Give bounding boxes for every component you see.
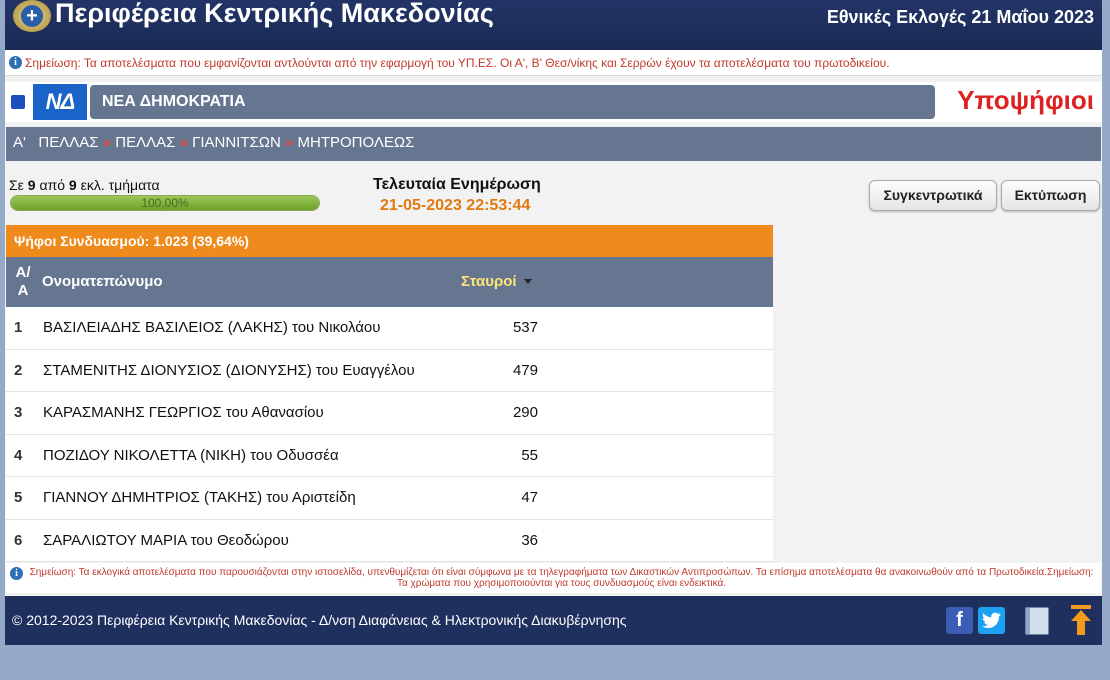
row-number: 4 <box>14 446 23 464</box>
footnote-text: Σημείωση: Τα εκλογικά αποτελέσματα που π… <box>29 567 1094 589</box>
candidate-name[interactable]: ΒΑΣΙΛΕΙΑΔΗΣ ΒΑΣΙΛΕΙΟΣ (ΛΑΚΗΣ) του Νικολά… <box>43 319 380 336</box>
row-number: 3 <box>14 404 23 421</box>
page-frame: + Περιφέρεια Κεντρικής Μακεδονίας Εθνικέ… <box>5 0 1102 645</box>
table-row[interactable]: 5 ΓΙΑΝΝΟΥ ΔΗΜΗΤΡΙΟΣ (ΤΑΚΗΣ) του Αριστείδη… <box>6 477 773 520</box>
info-icon: i <box>9 56 22 69</box>
party-votes-summary: Ψήφοι Συνδυασμού: 1.023 (39,64%) <box>6 225 773 257</box>
party-logo-text: ΝΔ <box>45 89 76 114</box>
candidate-votes: 36 <box>521 531 538 549</box>
results-panel: Ψήφοι Συνδυασμού: 1.023 (39,64%) Α/ Α Ον… <box>6 225 773 562</box>
candidates-title: Υποψήφιοι <box>957 85 1094 115</box>
table-row[interactable]: 6 ΣΑΡΑΛΙΩΤΟΥ ΜΑΡΙΑ του Θεοδώρου 36 <box>6 519 773 562</box>
greek-emblem-icon: + <box>13 0 51 32</box>
row-number: 2 <box>14 361 23 379</box>
election-title: Εθνικές Εκλογές 21 Μαΐου 2023 <box>826 7 1094 27</box>
progress-suffix: εκλ. τμήματα <box>80 177 160 193</box>
candidate-name[interactable]: ΣΤΑΜΕΝΙΤΗΣ ΔΙΟΝΥΣΙΟΣ (ΔΙΟΝΥΣΗΣ) του Ευαγ… <box>43 362 415 379</box>
breadcrumb-separator: » <box>285 134 294 151</box>
column-header-votes[interactable]: Σταυροί <box>461 273 517 290</box>
candidate-votes: 47 <box>521 489 538 506</box>
row-number: 1 <box>14 319 23 336</box>
party-row: ΝΔ ΝΕΑ ΔΗΜΟΚΡΑΤΙΑ Υποψήφιοι <box>5 82 1102 122</box>
last-update-label: Τελευταία Ενημέρωση <box>373 176 541 193</box>
breadcrumb-separator: » <box>102 134 112 151</box>
print-button[interactable]: Εκτύπωση <box>1001 180 1100 211</box>
progress-prefix: Σε <box>9 177 24 193</box>
footnote: i Σημείωση: Τα εκλογικά αποτελέσματα που… <box>6 563 1101 593</box>
breadcrumb-root[interactable]: Α' <box>13 134 26 151</box>
column-header-aa: Α/ Α <box>13 264 33 300</box>
site-title[interactable]: Περιφέρεια Κεντρικής Μακεδονίας <box>55 0 494 29</box>
progress-total: 9 <box>68 177 77 193</box>
breadcrumb: Α' ΠΕΛΛΑΣ » ΠΕΛΛΑΣ » ΓΙΑΝΝΙΤΣΩΝ » ΜΗΤΡΟΠ… <box>6 127 1101 161</box>
breadcrumb-item[interactable]: ΠΕΛΛΑΣ <box>38 134 98 151</box>
summary-button[interactable]: Συγκεντρωτικά <box>869 180 997 211</box>
twitter-icon[interactable] <box>978 607 1005 634</box>
scroll-to-top-icon[interactable] <box>1069 605 1093 635</box>
site-footer: © 2012-2023 Περιφέρεια Κεντρικής Μακεδον… <box>5 596 1102 645</box>
column-header-name[interactable]: Ονοματεπώνυμο <box>42 273 163 290</box>
site-header: + Περιφέρεια Κεντρικής Μακεδονίας Εθνικέ… <box>5 0 1102 50</box>
progress-middle: από <box>39 177 66 193</box>
sort-desc-icon[interactable] <box>524 279 532 284</box>
candidate-votes: 290 <box>512 404 538 421</box>
table-header: Α/ Α Ονοματεπώνυμο Σταυροί <box>6 257 773 307</box>
party-name: ΝΕΑ ΔΗΜΟΚΡΑΤΙΑ <box>90 85 935 119</box>
breadcrumb-item[interactable]: ΜΗΤΡΟΠΟΛΕΩΣ <box>298 134 415 151</box>
column-header-aa-line2: Α <box>17 282 29 299</box>
table-row[interactable]: 3 ΚΑΡΑΣΜΑΝΗΣ ΓΕΩΡΓΙΟΣ του Αθανασίου 290 <box>6 392 773 435</box>
candidate-votes: 537 <box>512 319 538 336</box>
progress-label: Σε 9 από 9 εκλ. τμήματα <box>9 177 160 193</box>
party-logo: ΝΔ <box>33 84 87 120</box>
candidate-name[interactable]: ΓΙΑΝΝΟΥ ΔΗΜΗΤΡΙΟΣ (ΤΑΚΗΣ) του Αριστείδη <box>43 489 356 506</box>
breadcrumb-item[interactable]: ΠΕΛΛΑΣ <box>115 134 175 151</box>
footer-copyright: © 2012-2023 Περιφέρεια Κεντρικής Μακεδον… <box>12 612 627 628</box>
last-update-time: 21-05-2023 22:53:44 <box>380 197 531 214</box>
candidate-name[interactable]: ΚΑΡΑΣΜΑΝΗΣ ΓΕΩΡΓΙΟΣ του Αθανασίου <box>43 404 324 421</box>
progress-percent: 100,00% <box>141 196 189 210</box>
table-row[interactable]: 1 ΒΑΣΙΛΕΙΑΔΗΣ ΒΑΣΙΛΕΙΟΣ (ΛΑΚΗΣ) του Νικολ… <box>6 307 773 350</box>
candidate-name[interactable]: ΣΑΡΑΛΙΩΤΟΥ ΜΑΡΙΑ του Θεοδώρου <box>43 532 289 549</box>
candidate-votes: 55 <box>521 446 538 464</box>
party-color-swatch <box>11 95 25 109</box>
candidate-name[interactable]: ΠΟΖΙΔΟΥ ΝΙΚΟΛΕΤΤΑ (ΝΙΚΗ) του Οδυσσέα <box>43 447 339 464</box>
breadcrumb-item[interactable]: ΓΙΑΝΝΙΤΣΩΝ <box>192 134 281 151</box>
table-row[interactable]: 4 ΠΟΖΙΔΟΥ ΝΙΚΟΛΕΤΤΑ (ΝΙΚΗ) του Οδυσσέα 55 <box>6 434 773 477</box>
breadcrumb-separator: » <box>179 134 188 151</box>
row-number: 5 <box>14 489 23 506</box>
facebook-icon[interactable]: f <box>946 607 973 634</box>
table-row[interactable]: 2 ΣΤΑΜΕΝΙΤΗΣ ΔΙΟΝΥΣΙΟΣ (ΔΙΟΝΥΣΗΣ) του Ευα… <box>6 349 773 392</box>
book-icon[interactable] <box>1025 607 1049 635</box>
progress-counted: 9 <box>27 177 36 193</box>
info-icon: i <box>10 567 23 580</box>
column-header-aa-line1: Α/ <box>15 264 31 281</box>
candidate-rows: 1 ΒΑΣΙΛΕΙΑΔΗΣ ΒΑΣΙΛΕΙΟΣ (ΛΑΚΗΣ) του Νικολ… <box>6 307 773 562</box>
candidate-votes: 479 <box>512 361 538 379</box>
notice-text: Σημείωση: Τα αποτελέσματα που εμφανίζοντ… <box>25 55 890 70</box>
notice-bar: i Σημείωση: Τα αποτελέσματα που εμφανίζο… <box>5 50 1102 76</box>
row-number: 6 <box>14 531 23 549</box>
